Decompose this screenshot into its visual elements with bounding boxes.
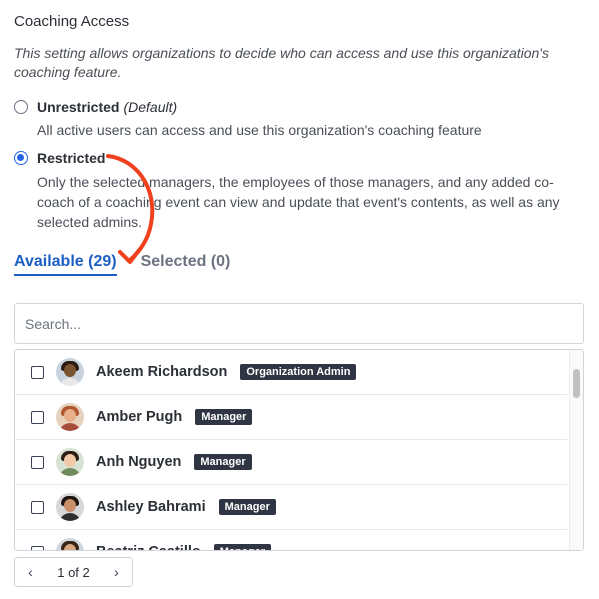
user-checkbox[interactable]	[31, 410, 44, 424]
user-row[interactable]: Akeem Richardson Organization Admin	[15, 350, 567, 395]
user-row[interactable]: Amber Pugh Manager	[15, 395, 567, 440]
role-badge: Manager	[213, 544, 271, 550]
section-title: Coaching Access	[14, 13, 130, 30]
user-checkbox[interactable]	[31, 500, 44, 514]
user-list: Akeem Richardson Organization Admin Amber …	[14, 349, 584, 551]
user-name: Amber Pugh	[96, 409, 183, 425]
user-checkbox[interactable]	[31, 545, 44, 550]
avatar	[56, 493, 84, 521]
page-info: 1 of 2	[57, 564, 90, 580]
user-name: Beatriz Castillo	[96, 544, 201, 550]
chevron-left-icon[interactable]: ‹	[15, 558, 46, 586]
user-row[interactable]: Anh Nguyen Manager	[15, 440, 567, 485]
avatar	[56, 448, 84, 476]
user-row[interactable]: Beatriz Castillo Manager	[15, 530, 567, 550]
tab-available[interactable]: Available (29)	[14, 253, 117, 276]
role-badge: Manager	[218, 499, 276, 515]
radio-restricted[interactable]	[14, 151, 28, 165]
pagination: ‹ 1 of 2 ›	[14, 557, 133, 587]
option-desc-restricted: Only the selected managers, the employee…	[37, 174, 560, 230]
user-checkbox[interactable]	[31, 455, 44, 469]
avatar	[56, 403, 84, 431]
option-restricted[interactable]: Restricted	[14, 150, 105, 166]
user-row[interactable]: Ashley Bahrami Manager	[15, 485, 567, 530]
search-input[interactable]	[14, 303, 584, 344]
tab-selected[interactable]: Selected (0)	[141, 253, 231, 276]
scrollbar[interactable]	[569, 350, 583, 550]
avatar	[56, 538, 84, 550]
role-badge: Manager	[194, 454, 252, 470]
avatar	[56, 358, 84, 386]
role-badge: Manager	[195, 409, 253, 425]
chevron-right-icon[interactable]: ›	[101, 558, 132, 586]
user-checkbox[interactable]	[31, 365, 44, 379]
role-badge: Organization Admin	[240, 364, 357, 380]
option-desc-unrestricted: All active users can access and use this…	[37, 122, 482, 138]
option-default-tag: (Default)	[123, 99, 178, 115]
option-label-restricted: Restricted	[37, 150, 106, 166]
option-unrestricted[interactable]: Unrestricted (Default)	[14, 99, 177, 115]
tab-bar: Available (29) Selected (0)	[14, 253, 254, 276]
scrollbar-thumb[interactable]	[573, 369, 580, 398]
option-label-unrestricted: Unrestricted	[37, 99, 120, 115]
user-name: Ashley Bahrami	[96, 499, 206, 515]
user-list-items: Akeem Richardson Organization Admin Amber …	[15, 350, 567, 550]
user-name: Akeem Richardson	[96, 364, 228, 380]
user-name: Anh Nguyen	[96, 454, 182, 470]
radio-unrestricted[interactable]	[14, 100, 28, 114]
section-description: This setting allows organizations to dec…	[14, 45, 549, 80]
